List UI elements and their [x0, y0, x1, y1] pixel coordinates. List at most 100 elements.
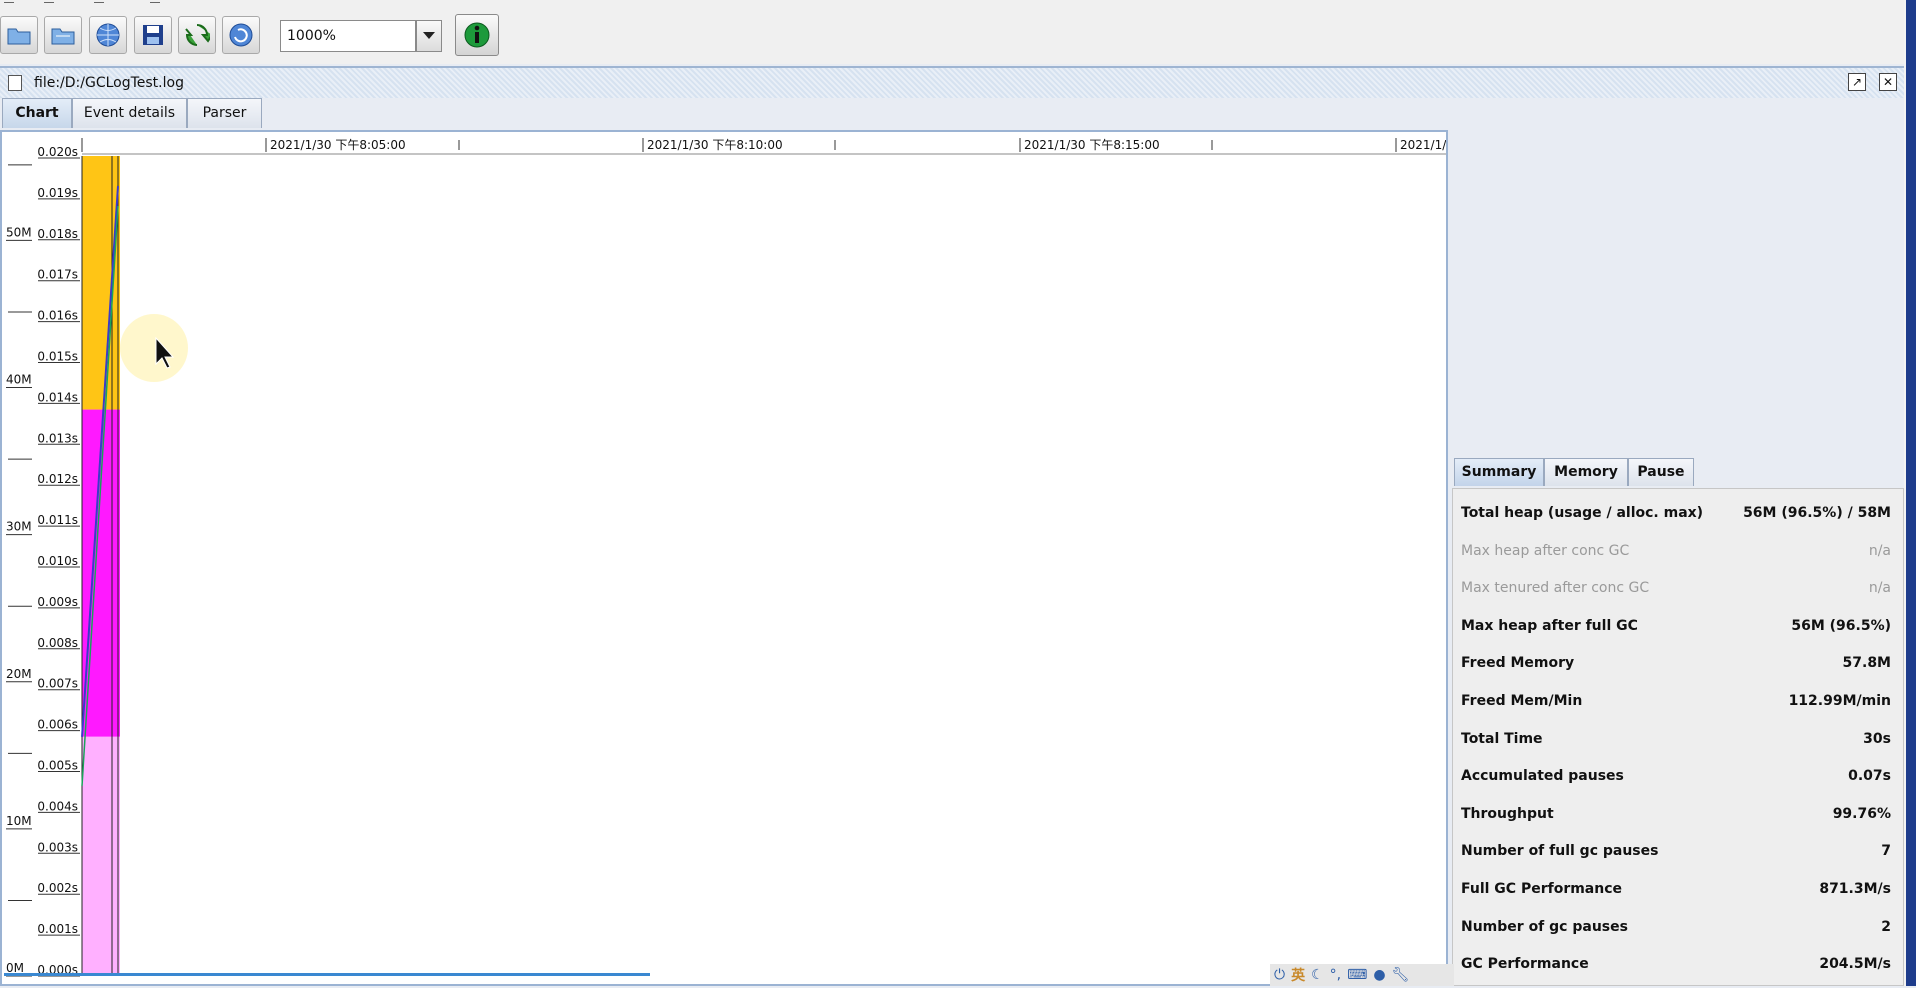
summary-label: Accumulated pauses — [1461, 768, 1624, 785]
summary-row: Freed Mem/Min 112.99M/min — [1457, 693, 1897, 713]
pause-label: 0.017s — [37, 268, 78, 282]
tab-pause[interactable]: Pause — [1628, 458, 1694, 486]
moon-icon[interactable]: ☾ — [1311, 967, 1324, 983]
summary-row: Freed Memory 57.8M — [1457, 655, 1897, 675]
summary-value: 56M (96.5%) / 58M — [1743, 505, 1891, 521]
pause-label: 0.013s — [37, 431, 78, 445]
pause-label: 0.014s — [37, 390, 78, 404]
summary-label: Total Time — [1461, 730, 1543, 747]
desktop-edge — [1906, 0, 1916, 986]
summary-label: Throughput — [1461, 805, 1554, 822]
tab-event-details[interactable]: Event details — [72, 98, 187, 128]
summary-row: Max heap after conc GC n/a — [1457, 543, 1897, 563]
save-icon — [143, 25, 163, 45]
frame-title: file:/D:/GCLogTest.log — [34, 75, 184, 91]
pause-label: 0.010s — [37, 554, 78, 568]
memory-label: 40M — [6, 373, 32, 387]
watch-icon — [229, 23, 253, 47]
summary-value: 99.76% — [1832, 805, 1891, 822]
summary-row: Full GC Performance 871.3M/s — [1457, 881, 1897, 901]
wrench-icon[interactable]: 🔧︎ — [1392, 967, 1410, 983]
summary-row: Max tenured after conc GC n/a — [1457, 580, 1897, 600]
chart-panel[interactable]: 2021/1/30 下午8:05:00 2021/1/30 下午8:10:00 20… — [0, 130, 1454, 986]
summary-label: GC Performance — [1461, 956, 1589, 973]
pause-label: 0.003s — [37, 840, 78, 854]
summary-row: Number of full gc pauses 7 — [1457, 843, 1897, 863]
system-tray: ⏻ 英 ☾ °, ⌨ ● 🔧︎ — [1270, 964, 1454, 986]
open-series-button[interactable] — [44, 16, 82, 54]
summary-row: GC Performance 204.5M/s — [1457, 956, 1897, 976]
summary-value: 30s — [1863, 730, 1891, 747]
summary-value: 204.5M/s — [1819, 956, 1891, 973]
summary-label: Max heap after conc GC — [1461, 542, 1630, 559]
close-button[interactable]: ✕ — [1879, 73, 1897, 91]
pause-label: 0.005s — [37, 759, 78, 773]
pause-label: 0.008s — [37, 636, 78, 650]
save-button[interactable] — [134, 16, 172, 54]
summary-label: Number of gc pauses — [1461, 918, 1628, 935]
pause-label: 0.018s — [37, 227, 78, 241]
close-icon: ✕ — [1882, 75, 1894, 89]
tab-summary[interactable]: Summary — [1454, 458, 1544, 486]
detach-icon: ↗ — [1851, 75, 1863, 89]
zoom-dropdown-button[interactable] — [416, 20, 442, 52]
memory-label: 20M — [6, 667, 32, 681]
summary-row: Total Time 30s — [1457, 731, 1897, 751]
memory-label: 50M — [6, 225, 32, 239]
summary-label: Max tenured after conc GC — [1461, 580, 1650, 597]
punctuation-icon[interactable]: °, — [1330, 967, 1341, 983]
pause-label: 0.004s — [37, 799, 78, 813]
summary-row: Accumulated pauses 0.07s — [1457, 768, 1897, 788]
pause-label: 0.002s — [37, 881, 78, 895]
scroll-indicator — [4, 973, 650, 976]
time-label: 2021/1/3 — [1400, 138, 1446, 152]
keyboard-icon[interactable]: ⌨ — [1347, 967, 1367, 983]
tenured-area — [82, 156, 120, 410]
summary-value: 57.8M — [1842, 655, 1891, 672]
summary-table: Total heap (usage / alloc. max) 56M (96.5… — [1452, 488, 1904, 986]
power-icon[interactable]: ⏻ — [1274, 967, 1285, 983]
pause-label: 0.006s — [37, 718, 78, 732]
zoom-combo-field[interactable]: 1000% — [280, 20, 416, 52]
internal-frame-titlebar: file:/D:/GCLogTest.log ↗ ✕ — [0, 66, 1904, 98]
pause-label: 0.015s — [37, 350, 78, 364]
summary-label: Full GC Performance — [1461, 881, 1623, 897]
user-icon[interactable]: ● — [1373, 967, 1385, 983]
tab-chart[interactable]: Chart — [2, 98, 72, 128]
summary-value: 0.07s — [1848, 768, 1891, 785]
gc-chart: 2021/1/30 下午8:05:00 2021/1/30 下午8:10:00 20… — [6, 138, 1454, 977]
tab-memory[interactable]: Memory — [1544, 458, 1628, 486]
summary-row: Max heap after full GC 56M (96.5%) — [1457, 618, 1897, 638]
memory-label: 30M — [6, 520, 32, 534]
pause-label: 0.007s — [37, 677, 78, 691]
pause-label: 0.011s — [37, 513, 78, 527]
pause-label: 0.020s — [37, 145, 78, 159]
pause-label: 0.001s — [37, 922, 78, 936]
info-icon — [464, 22, 490, 48]
summary-value: 112.99M/min — [1788, 693, 1891, 709]
document-icon — [8, 75, 22, 91]
cursor-highlight — [120, 314, 188, 382]
time-label: 2021/1/30 下午8:05:00 — [270, 138, 406, 152]
summary-row: Number of gc pauses 2 — [1457, 919, 1897, 939]
summary-label: Total heap (usage / alloc. max) — [1461, 505, 1704, 521]
summary-value: 56M (96.5%) — [1791, 617, 1891, 634]
open-file-icon — [7, 28, 31, 45]
summary-label: Max heap after full GC — [1461, 617, 1638, 634]
ime-indicator[interactable]: 英 — [1291, 965, 1305, 985]
tab-parser[interactable]: Parser — [187, 98, 262, 128]
detach-button[interactable]: ↗ — [1848, 73, 1866, 91]
summary-row: Total heap (usage / alloc. max) 56M (96.5… — [1457, 505, 1897, 525]
pause-label: 0.012s — [37, 472, 78, 486]
open-url-icon — [96, 23, 120, 47]
open-file-button[interactable] — [0, 16, 38, 54]
summary-value: 2 — [1881, 918, 1891, 935]
watch-button[interactable] — [222, 16, 260, 54]
open-series-icon — [51, 28, 75, 45]
chevron-down-icon — [423, 32, 435, 39]
open-url-button[interactable] — [89, 16, 127, 54]
info-button[interactable] — [455, 14, 499, 56]
refresh-button[interactable] — [178, 16, 216, 54]
pause-label: 0.019s — [37, 186, 78, 200]
summary-label: Number of full gc pauses — [1461, 843, 1659, 860]
